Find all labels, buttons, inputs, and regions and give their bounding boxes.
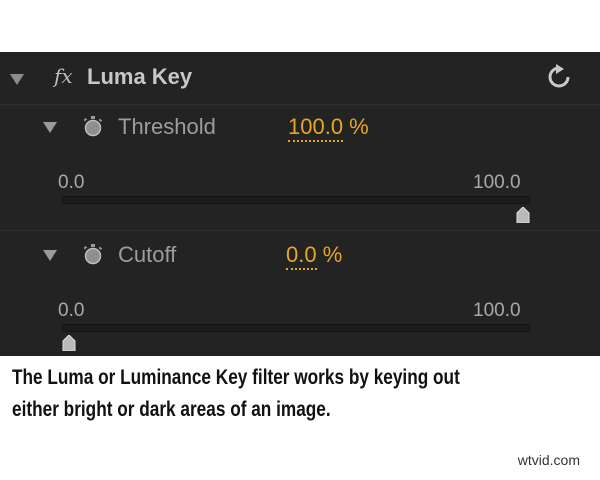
disclosure-triangle-icon[interactable] [43, 250, 57, 261]
threshold-slider-thumb[interactable] [516, 207, 530, 223]
slider-min-label: 0.0 [58, 172, 85, 193]
row-divider [0, 104, 600, 105]
caption-line: either bright or dark areas of an image. [12, 398, 331, 421]
stopwatch-icon[interactable] [82, 243, 104, 265]
param-value-number[interactable]: 100.0 [288, 114, 344, 142]
cutoff-slider-thumb[interactable] [62, 335, 76, 351]
watermark: wtvid.com [517, 452, 580, 468]
param-value-number[interactable]: 0.0 [286, 242, 317, 270]
slider-max-label: 100.0 [473, 300, 521, 321]
fx-icon[interactable]: fx [54, 64, 73, 88]
cutoff-slider-track[interactable] [62, 324, 530, 332]
slider-max-label: 100.0 [473, 172, 521, 193]
disclosure-triangle-icon[interactable] [43, 122, 57, 133]
disclosure-triangle-icon[interactable] [10, 74, 24, 85]
stopwatch-icon[interactable] [82, 115, 104, 137]
slider-min-label: 0.0 [58, 300, 85, 321]
param-value[interactable]: 100.0 % [288, 114, 369, 142]
param-value[interactable]: 0.0 % [286, 242, 343, 270]
reset-icon[interactable] [546, 64, 572, 90]
effect-title: Luma Key [87, 64, 193, 89]
row-divider [0, 230, 600, 231]
param-value-unit: % [343, 114, 369, 139]
effect-header[interactable]: fx Luma Key [0, 52, 600, 104]
threshold-slider-track[interactable] [62, 196, 530, 204]
caption-line: The Luma or Luminance Key filter works b… [12, 366, 460, 389]
param-label: Threshold [118, 114, 216, 139]
effect-controls-panel: fx Luma Key Threshold 100.0 % 0.0 100.0 [0, 52, 600, 356]
param-value-unit: % [316, 242, 343, 267]
param-label: Cutoff [118, 242, 177, 267]
figure-caption: The Luma or Luminance Key filter works b… [12, 362, 488, 426]
